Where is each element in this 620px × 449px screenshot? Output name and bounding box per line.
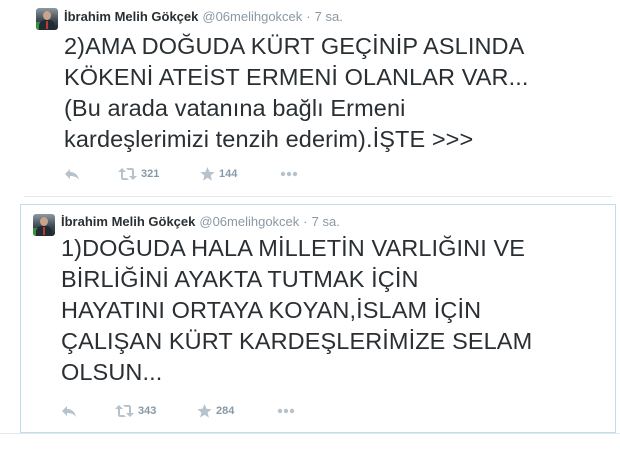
reply-icon: [64, 167, 80, 181]
author-username[interactable]: @06melihgokcek: [202, 9, 302, 24]
tweet-timestamp[interactable]: 7 sa.: [312, 214, 340, 229]
favorite-count: 284: [216, 405, 235, 417]
avatar[interactable]: [36, 8, 58, 30]
star-icon: [200, 167, 215, 181]
more-dots-icon: [277, 408, 295, 414]
reply-button[interactable]: [61, 403, 115, 419]
retweet-count: 343: [138, 405, 157, 417]
avatar[interactable]: [33, 214, 55, 236]
author-fullname[interactable]: İbrahim Melih Gökçek: [61, 214, 195, 229]
reply-button[interactable]: [64, 166, 118, 182]
reply-icon: [61, 404, 77, 418]
separator-dot: ·: [303, 214, 308, 229]
tweet-text: 2)AMA DOĞUDA KÜRT GEÇİNİP ASLINDA KÖKENİ…: [64, 33, 529, 152]
tweet-timeline: İbrahim Melih Gökçek @06melihgokcek · 7 sa.…: [0, 0, 620, 449]
author-fullname[interactable]: İbrahim Melih Gökçek: [64, 9, 198, 24]
retweet-icon: [115, 404, 134, 418]
star-icon: [197, 404, 212, 418]
more-button[interactable]: [277, 403, 295, 419]
more-dots-icon: [280, 171, 298, 177]
separator-dot: ·: [306, 9, 311, 24]
retweet-button[interactable]: 343: [115, 403, 197, 419]
retweet-button[interactable]: 321: [118, 166, 200, 182]
author-username[interactable]: @06melihgokcek: [199, 214, 299, 229]
favorite-count: 144: [219, 168, 238, 180]
tweet-item[interactable]: İbrahim Melih Gökçek @06melihgokcek · 7 sa.…: [20, 204, 616, 433]
retweet-icon: [118, 167, 137, 181]
favorite-button[interactable]: 284: [197, 403, 277, 419]
tweet-timestamp[interactable]: 7 sa.: [315, 9, 343, 24]
timeline-divider: [0, 433, 620, 434]
more-button[interactable]: [280, 166, 298, 182]
tweet-actions: 321 144: [64, 166, 298, 182]
tweet-item[interactable]: İbrahim Melih Gökçek @06melihgokcek · 7 sa.…: [24, 0, 612, 197]
tweet-header: İbrahim Melih Gökçek @06melihgokcek · 7 sa.: [64, 9, 343, 25]
tweet-text: 1)DOĞUDA HALA MİLLETİN VARLIĞINI VE BİRL…: [61, 235, 533, 385]
tweet-actions: 343 284: [61, 403, 295, 419]
retweet-count: 321: [141, 168, 160, 180]
favorite-button[interactable]: 144: [200, 166, 280, 182]
tweet-header: İbrahim Melih Gökçek @06melihgokcek · 7 sa.: [61, 214, 340, 230]
